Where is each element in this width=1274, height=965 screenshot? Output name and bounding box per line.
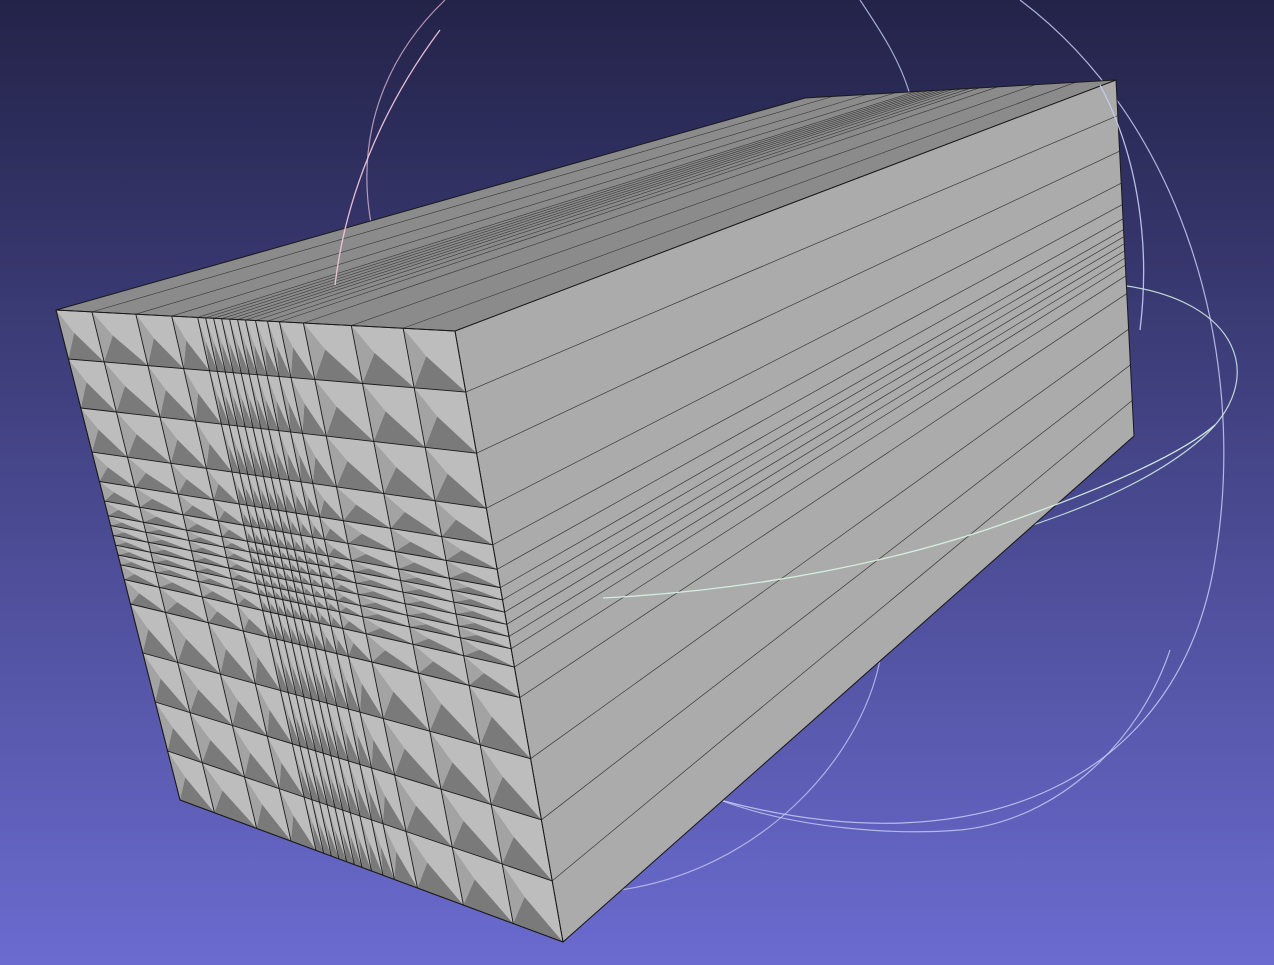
viewport-canvas[interactable]	[0, 0, 1274, 965]
3d-viewport[interactable]	[0, 0, 1274, 965]
